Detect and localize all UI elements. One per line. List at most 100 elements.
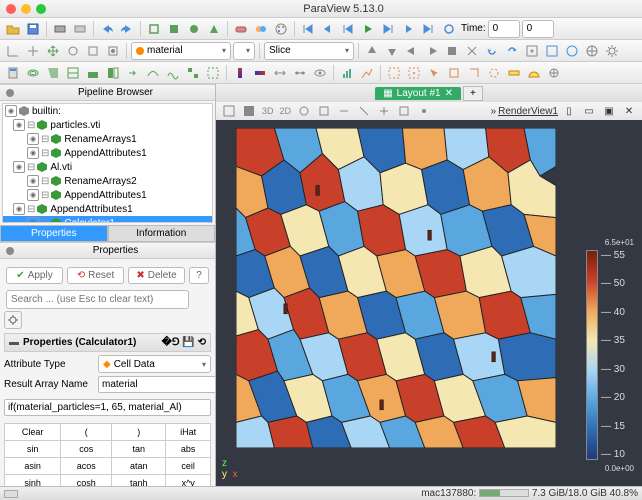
redo-button[interactable]	[118, 20, 136, 38]
maximize-view-button[interactable]: ▣	[600, 102, 618, 120]
tool-button[interactable]	[205, 20, 223, 38]
select-button[interactable]	[485, 64, 503, 82]
zoom-data-button[interactable]	[543, 42, 561, 60]
close-view-button[interactable]: ✕	[620, 102, 638, 120]
window-close-button[interactable]	[6, 4, 16, 14]
3d-toggle[interactable]: 3D	[262, 106, 274, 116]
calc-button[interactable]: acos	[61, 458, 112, 475]
view-tool-button[interactable]	[240, 102, 258, 120]
pipeline-item[interactable]: ◉⊟Al.vti	[3, 160, 212, 174]
vcr-first-button[interactable]	[299, 20, 317, 38]
calc-button[interactable]: iHat	[166, 424, 211, 441]
plot-button[interactable]	[358, 64, 376, 82]
select-cells-button[interactable]	[385, 64, 403, 82]
pipeline-item[interactable]: ◉⊟AppendAttributes1	[3, 202, 212, 216]
glyph-filter-button[interactable]	[124, 64, 142, 82]
calc-button[interactable]: )	[112, 424, 166, 441]
rotate-button[interactable]	[483, 42, 501, 60]
tool-button[interactable]	[252, 20, 270, 38]
clip-filter-button[interactable]	[44, 64, 62, 82]
disconnect-button[interactable]	[71, 20, 89, 38]
tool-button[interactable]	[165, 20, 183, 38]
calc-button[interactable]: cosh	[61, 475, 112, 487]
view-tool-button[interactable]	[220, 102, 238, 120]
camera-button[interactable]	[463, 42, 481, 60]
calc-button[interactable]: Clear	[5, 424, 61, 441]
pipeline-item[interactable]: ◉⊟RenameArrays2	[3, 174, 212, 188]
visibility-toggle[interactable]: ◉	[27, 217, 39, 223]
tool-button[interactable]	[185, 20, 203, 38]
calc-button[interactable]: asin	[5, 458, 61, 475]
frame-input[interactable]: 0	[522, 20, 554, 38]
camera-button[interactable]	[383, 42, 401, 60]
render-view[interactable]: z y x 6.5e+01 — 55— 50— 40— 35— 30— 20— …	[216, 120, 642, 486]
calc-button[interactable]: tan	[112, 441, 166, 458]
reset-button[interactable]: ⟲Reset	[67, 267, 124, 284]
vcr-fwd-button[interactable]	[399, 20, 417, 38]
chart-button[interactable]	[338, 64, 356, 82]
view-tool-button[interactable]	[395, 102, 413, 120]
camera-button[interactable]	[443, 42, 461, 60]
view-tool-button[interactable]	[415, 102, 433, 120]
pipeline-item[interactable]: ◉⊟RenameArrays1	[3, 132, 212, 146]
window-maximize-button[interactable]	[36, 4, 46, 14]
rotate-button[interactable]	[503, 42, 521, 60]
split-v-button[interactable]: ▭	[580, 102, 598, 120]
vcr-next-button[interactable]	[379, 20, 397, 38]
result-array-name-input[interactable]	[98, 376, 215, 393]
zoom-fit-button[interactable]	[523, 42, 541, 60]
edit-colormap-button[interactable]	[251, 64, 269, 82]
close-panel-icon[interactable]	[6, 89, 14, 97]
rescale-button[interactable]	[271, 64, 289, 82]
2d-toggle[interactable]: 2D	[280, 106, 292, 116]
probe-button[interactable]	[545, 64, 563, 82]
settings-button[interactable]	[603, 42, 621, 60]
visibility-toggle[interactable]: ◉	[13, 203, 25, 215]
attribute-type-combo[interactable]: ◆ Cell Data	[98, 355, 211, 373]
visibility-toggle[interactable]: ◉	[13, 161, 25, 173]
ruler-button[interactable]	[505, 64, 523, 82]
palette-button[interactable]	[272, 20, 290, 38]
visibility-toggle[interactable]: ◉	[27, 133, 39, 145]
view-tool-button[interactable]	[295, 102, 313, 120]
connect-button[interactable]	[51, 20, 69, 38]
calc-button[interactable]: (	[61, 424, 112, 441]
threshold-filter-button[interactable]	[84, 64, 102, 82]
vcr-back-button[interactable]	[339, 20, 357, 38]
window-minimize-button[interactable]	[21, 4, 31, 14]
vcr-play-button[interactable]	[359, 20, 377, 38]
representation-combo[interactable]: Slice	[264, 42, 354, 60]
colorbar-toggle-button[interactable]	[231, 64, 249, 82]
rescale-visible-button[interactable]	[311, 64, 329, 82]
tool-button[interactable]	[145, 20, 163, 38]
select-button[interactable]	[465, 64, 483, 82]
component-combo[interactable]	[233, 42, 255, 60]
axis-button[interactable]	[4, 42, 22, 60]
view-tool-button[interactable]	[355, 102, 373, 120]
tool-button[interactable]	[583, 42, 601, 60]
visibility-toggle[interactable]: ◉	[27, 175, 39, 187]
calc-button[interactable]: ceil	[166, 458, 211, 475]
properties-tab[interactable]: Properties	[0, 225, 108, 242]
expression-input[interactable]	[4, 399, 211, 416]
pipeline-item[interactable]: ◉builtin:	[3, 104, 212, 118]
information-tab[interactable]: Information	[108, 225, 216, 242]
axis-button[interactable]	[24, 42, 42, 60]
camera-button[interactable]	[363, 42, 381, 60]
tool-button[interactable]	[563, 42, 581, 60]
advanced-toggle-button[interactable]	[4, 311, 22, 329]
vcr-last-button[interactable]	[419, 20, 437, 38]
tool-button[interactable]	[84, 42, 102, 60]
close-panel-icon[interactable]	[6, 247, 14, 255]
rescale-custom-button[interactable]	[291, 64, 309, 82]
help-button[interactable]: ?	[189, 267, 209, 284]
vcr-prev-button[interactable]	[319, 20, 337, 38]
calculator-filter-button[interactable]	[4, 64, 22, 82]
pipeline-item[interactable]: ◉⊟AppendAttributes1	[3, 188, 212, 202]
close-tab-icon[interactable]: ✕	[445, 88, 453, 99]
camera-button[interactable]	[423, 42, 441, 60]
split-h-button[interactable]: ▯	[560, 102, 578, 120]
tool-button[interactable]	[232, 20, 250, 38]
visibility-toggle[interactable]: ◉	[27, 189, 39, 201]
layout-tab[interactable]: ▦ Layout #1 ✕	[375, 87, 461, 100]
